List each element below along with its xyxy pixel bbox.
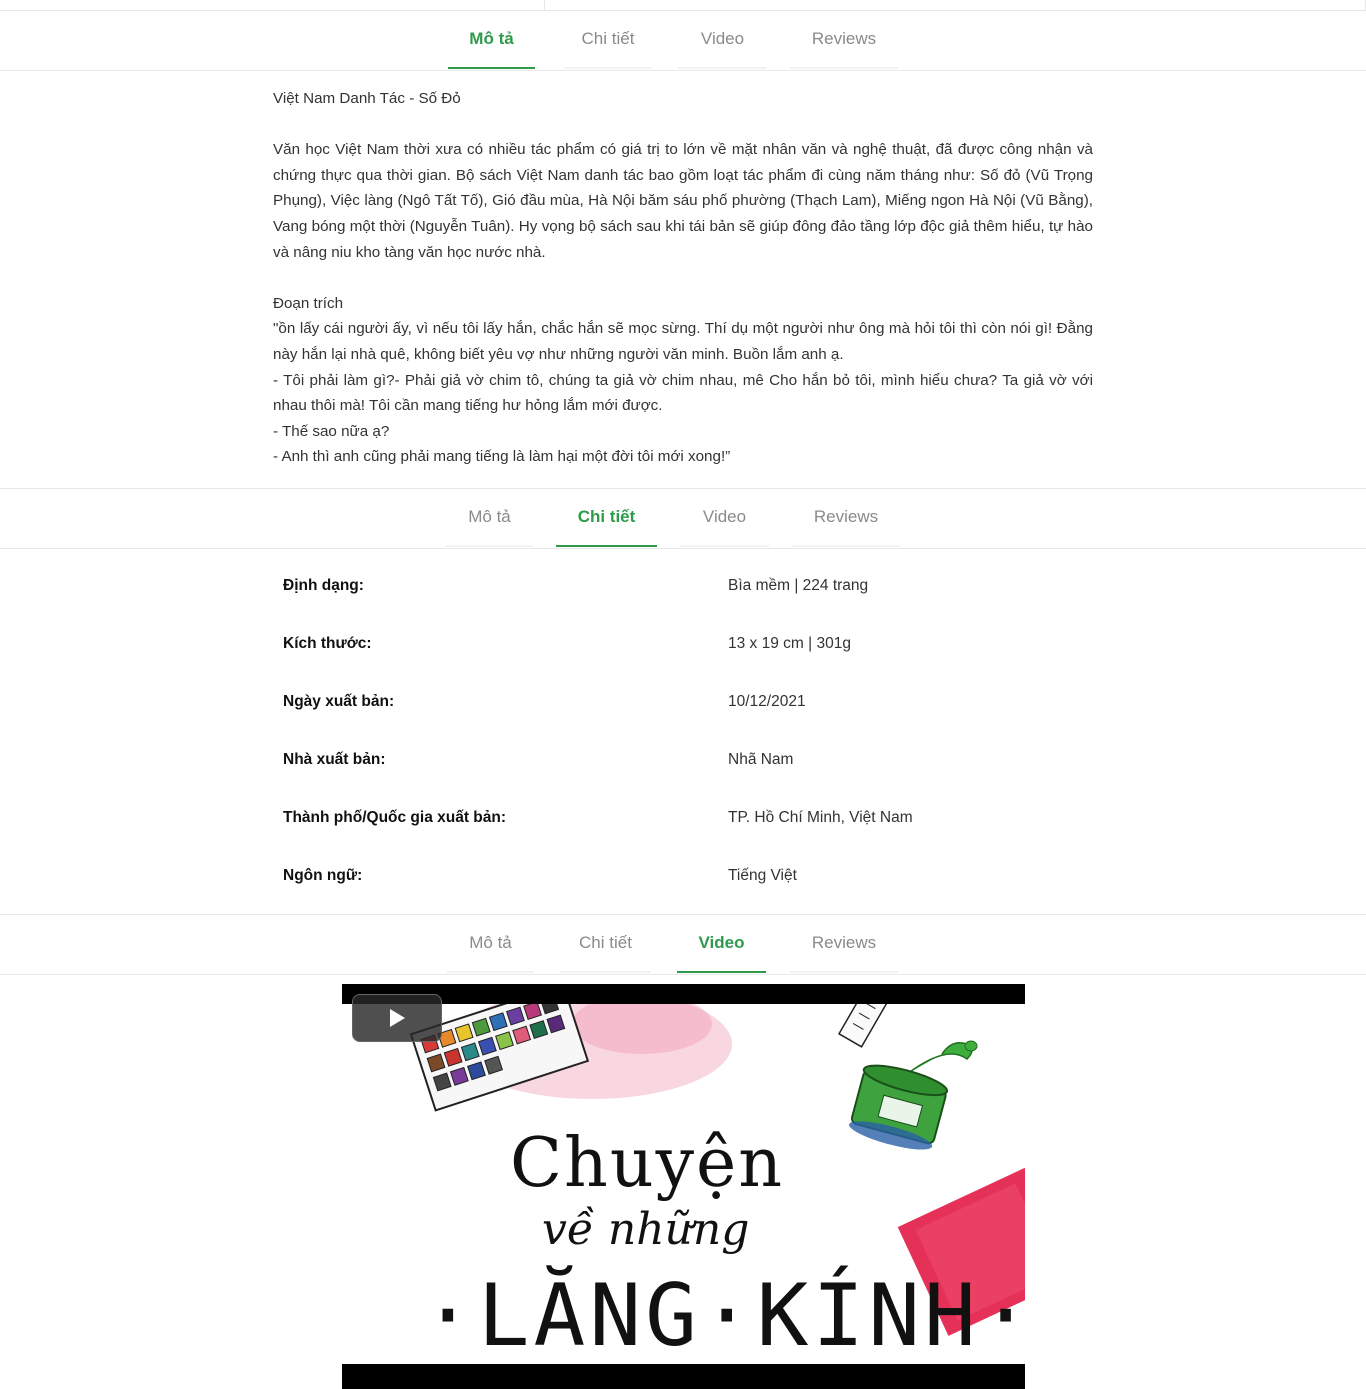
tabbar-details: Mô tả Chi tiết Video Reviews [0,489,1366,549]
detail-label: Nhà xuất bản: [283,751,386,768]
excerpt-line: - Anh thì anh cũng phải mang tiếng là là… [273,448,731,466]
excerpt-line: - Thế sao nữa ạ? [273,422,390,440]
detail-row: Ngày xuất bản: 10/12/2021 [283,674,1083,732]
detail-label: Ngày xuất bản: [283,693,395,710]
video-thumbnail[interactable]: Chuyện về những ·LĂNG·KÍNH· [342,1004,1025,1364]
detail-row: Nhà xuất bản: Nhã Nam [283,732,1083,790]
tab-video[interactable]: Video [677,915,766,973]
video-player[interactable]: Chuyện về những ·LĂNG·KÍNH· [342,984,1025,1389]
play-icon [390,1009,405,1027]
thumbnail-title-line3: ·LĂNG·KÍNH· [422,1266,1025,1364]
top-strip-right [545,0,1366,11]
detail-label: Thành phố/Quốc gia xuất bản: [283,809,507,826]
tab-description[interactable]: Mô tả [447,915,534,973]
tab-details[interactable]: Chi tiết [564,11,652,69]
tab-description[interactable]: Mô tả [446,489,533,547]
excerpt-heading: Đoạn trích [273,294,344,312]
tab-details[interactable]: Chi tiết [556,489,657,547]
tab-video[interactable]: Video [680,489,769,547]
detail-row: Định dạng: Bìa mềm | 224 trang [283,558,1083,616]
excerpt-line: - Tôi phải làm gì?- Phải giả vờ chim tô,… [273,371,1093,415]
tab-video[interactable]: Video [678,11,767,69]
detail-value: Bìa mềm | 224 trang [728,577,869,594]
tab-reviews[interactable]: Reviews [790,11,898,69]
tabbar-video: Mô tả Chi tiết Video Reviews [0,915,1366,975]
tab-details[interactable]: Chi tiết [560,915,651,973]
description-paragraph: Văn học Việt Nam thời xưa có nhiều tác p… [273,141,1093,261]
detail-row: Ngôn ngữ: Tiếng Việt [283,848,1083,906]
top-strip [0,0,1366,11]
detail-value: TP. Hồ Chí Minh, Việt Nam [728,809,913,826]
top-strip-left [0,0,545,11]
tab-reviews[interactable]: Reviews [792,489,900,547]
detail-label: Định dạng: [283,577,364,594]
details-table: Định dạng: Bìa mềm | 224 trang Kích thướ… [283,558,1083,906]
detail-label: Ngôn ngữ: [283,867,363,884]
detail-value: 10/12/2021 [728,693,806,710]
tab-reviews[interactable]: Reviews [790,915,898,973]
detail-value: Nhã Nam [728,751,794,768]
thumbnail-title-line2: về những [542,1204,750,1255]
tab-description[interactable]: Mô tả [448,11,535,69]
thumbnail-title-line1: Chuyện [510,1124,785,1203]
detail-row: Thành phố/Quốc gia xuất bản: TP. Hồ Chí … [283,790,1083,848]
description-content: Việt Nam Danh Tác - Số Đỏ Văn học Việt N… [273,86,1093,470]
detail-row: Kích thước: 13 x 19 cm | 301g [283,616,1083,674]
detail-label: Kích thước: [283,635,372,652]
description-title: Việt Nam Danh Tác - Số Đỏ [273,90,461,107]
play-button[interactable] [352,994,442,1042]
tabbar-description: Mô tả Chi tiết Video Reviews [0,11,1366,71]
detail-value: Tiếng Việt [728,867,797,884]
detail-value: 13 x 19 cm | 301g [728,635,851,652]
excerpt-line: "ồn lấy cái người ấy, vì nếu tôi lấy hắn… [273,320,1093,363]
